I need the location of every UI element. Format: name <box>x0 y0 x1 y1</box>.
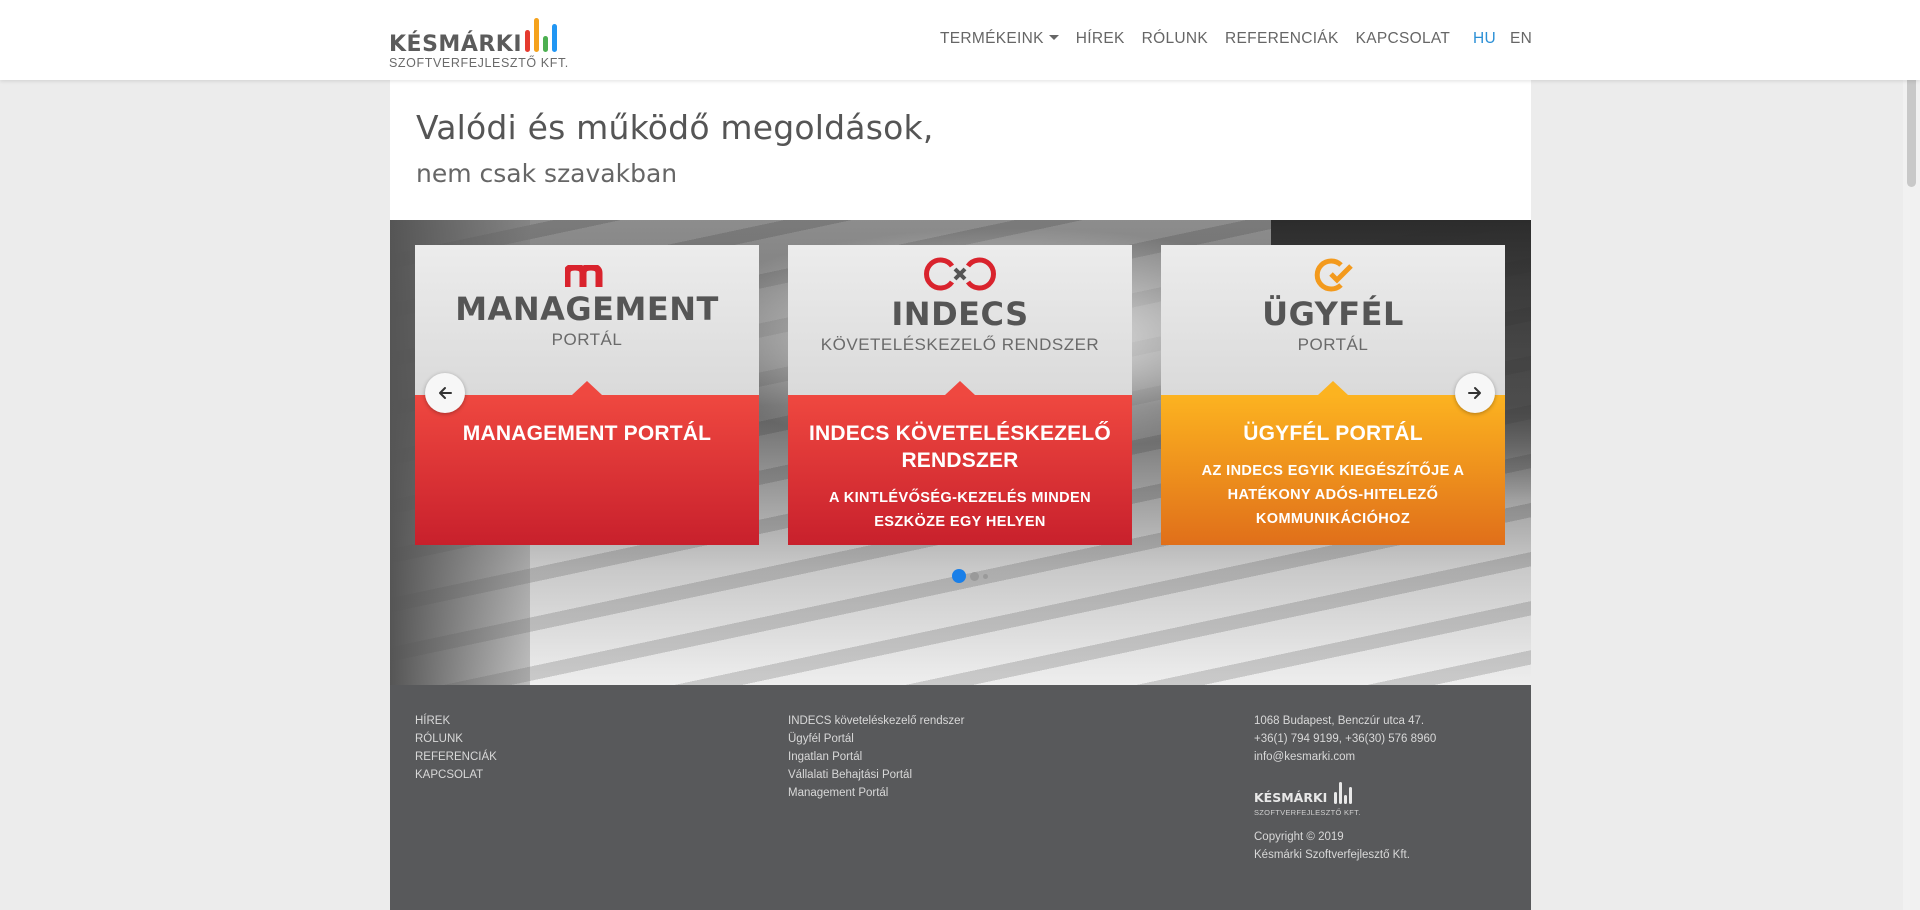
card-description: AZ INDECS EGYIK KIEGÉSZÍTŐJE A HATÉKONY … <box>1201 463 1465 527</box>
card-description: A KINTLÉVŐSÉG-KEZELÉS MINDEN ESZKÖZE EGY… <box>828 490 1091 530</box>
footer-copyright: Copyright © 2019 <box>1254 831 1344 843</box>
nav-item-label: TERMÉKEINK <box>940 30 1044 47</box>
page-footer: HÍREK RÓLUNK REFERENCIÁK KAPCSOLAT INDEC… <box>390 685 1531 910</box>
card-brand-name: ÜGYFÉL <box>1262 295 1404 333</box>
product-card-management[interactable]: MANAGEMENT PORTÁL MANAGEMENT PORTÁL <box>415 245 759 545</box>
footer-company: Késmárki Szoftverfejlesztő Kft. <box>1254 849 1410 861</box>
card-brand-name: INDECS <box>891 295 1029 333</box>
main-nav: TERMÉKEINK HÍREK RÓLUNK REFERENCIÁK KAPC… <box>940 30 1467 48</box>
language-en-link[interactable]: EN <box>1510 30 1532 48</box>
card-brand: ÜGYFÉL PORTÁL <box>1161 295 1505 355</box>
footer-link-contact[interactable]: KAPCSOLAT <box>415 766 497 784</box>
intro-section: Valódi és működő megoldások, nem csak sz… <box>390 80 1531 220</box>
slider-dot-3[interactable] <box>983 573 988 579</box>
product-card-ugyfel[interactable]: ÜGYFÉL PORTÁL ÜGYFÉL PORTÁL AZ INDECS EG… <box>1161 245 1505 545</box>
footer-link-vallalati-portal[interactable]: Vállalati Behajtási Portál <box>788 766 964 784</box>
card-caption: INDECS KÖVETELÉSKEZELŐ RENDSZER A KINTLÉ… <box>788 381 1132 545</box>
language-hu-link[interactable]: HU <box>1473 30 1496 48</box>
footer-contact: 1068 Budapest, Benczúr utca 47. +36(1) 7… <box>1254 712 1436 864</box>
footer-address: 1068 Budapest, Benczúr utca 47. <box>1254 715 1425 727</box>
card-title: ÜGYFÉL PORTÁL <box>1243 422 1423 445</box>
nav-item-about[interactable]: RÓLUNK <box>1142 30 1208 48</box>
arrow-right-icon <box>1468 387 1481 399</box>
footer-link-about[interactable]: RÓLUNK <box>415 730 497 748</box>
card-brand-area: INDECS KÖVETELÉSKEZELŐ RENDSZER <box>788 245 1132 395</box>
card-brand-area: MANAGEMENT PORTÁL <box>415 245 759 395</box>
card-notch <box>572 381 602 395</box>
main-content: Valódi és működő megoldások, nem csak sz… <box>390 80 1531 685</box>
footer-logo: KÉSMÁRKI SZOFTVERFEJLESZTŐ KFT. <box>1254 778 1374 817</box>
product-card-indecs[interactable]: INDECS KÖVETELÉSKEZELŐ RENDSZER INDECS K… <box>788 245 1132 545</box>
footer-phones: +36(1) 794 9199, +36(30) 576 8960 <box>1254 733 1437 745</box>
logo-bars-icon <box>525 10 565 52</box>
card-notch <box>945 381 975 395</box>
page-scrollbar[interactable] <box>1903 0 1920 910</box>
footer-link-management-portal[interactable]: Management Portál <box>788 784 964 802</box>
card-caption: MANAGEMENT PORTÁL <box>415 381 759 545</box>
intro-subtitle: nem csak szavakban <box>416 159 678 188</box>
footer-logo-subtitle: SZOFTVERFEJLESZTŐ KFT. <box>1254 808 1361 817</box>
product-slider: MANAGEMENT PORTÁL MANAGEMENT PORTÁL INDE… <box>390 220 1531 685</box>
card-title: MANAGEMENT PORTÁL <box>462 422 712 445</box>
logo-subtitle: SZOFTVERFEJLESZTŐ KFT. <box>389 56 569 70</box>
logo-name: KÉSMÁRKI <box>389 32 523 57</box>
slider-dot-2[interactable] <box>970 571 979 581</box>
slider-dot-1[interactable] <box>952 569 966 583</box>
nav-item-news[interactable]: HÍREK <box>1076 30 1125 48</box>
footer-nav-links: HÍREK RÓLUNK REFERENCIÁK KAPCSOLAT <box>415 712 497 784</box>
footer-product-links: INDECS követeléskezelő rendszer Ügyfél P… <box>788 712 964 802</box>
footer-link-ugyfel-portal[interactable]: Ügyfél Portál <box>788 730 964 748</box>
footer-email[interactable]: info@kesmarki.com <box>1254 748 1436 766</box>
company-logo[interactable]: KÉSMÁRKI SZOFTVERFEJLESZTŐ KFT. <box>389 10 579 72</box>
logo-bars-icon <box>1334 778 1358 804</box>
card-brand-area: ÜGYFÉL PORTÁL <box>1161 245 1505 395</box>
caret-down-icon <box>1048 35 1059 41</box>
card-title: INDECS KÖVETELÉSKEZELŐ RENDSZER <box>809 422 1111 472</box>
nav-item-contact[interactable]: KAPCSOLAT <box>1356 30 1451 48</box>
card-brand-name: MANAGEMENT <box>455 290 719 328</box>
footer-link-news[interactable]: HÍREK <box>415 712 497 730</box>
card-brand-subtitle: PORTÁL <box>551 330 623 349</box>
card-brand: INDECS KÖVETELÉSKEZELŐ RENDSZER <box>788 295 1132 355</box>
nav-item-products[interactable]: TERMÉKEINK <box>940 30 1059 48</box>
footer-link-ingatlan-portal[interactable]: Ingatlan Portál <box>788 748 964 766</box>
arrow-left-icon <box>439 387 452 399</box>
top-navbar: KÉSMÁRKI SZOFTVERFEJLESZTŐ KFT. TERMÉKEI… <box>0 0 1920 80</box>
card-notch <box>1318 381 1348 395</box>
indecs-logo-icon <box>924 257 996 291</box>
card-brand-subtitle: KÖVETELÉSKEZELŐ RENDSZER <box>820 335 1100 354</box>
slider-next-button[interactable] <box>1455 373 1495 413</box>
slider-pagination <box>952 569 988 583</box>
ugyfel-logo-icon <box>1314 258 1353 292</box>
footer-link-references[interactable]: REFERENCIÁK <box>415 748 497 766</box>
management-logo-icon <box>565 265 603 287</box>
nav-item-references[interactable]: REFERENCIÁK <box>1225 30 1339 48</box>
footer-link-indecs[interactable]: INDECS követeléskezelő rendszer <box>788 712 964 730</box>
card-brand-subtitle: PORTÁL <box>1297 335 1369 354</box>
card-brand: MANAGEMENT PORTÁL <box>415 290 759 350</box>
card-caption: ÜGYFÉL PORTÁL AZ INDECS EGYIK KIEGÉSZÍTŐ… <box>1161 381 1505 545</box>
slider-prev-button[interactable] <box>425 373 465 413</box>
intro-title: Valódi és működő megoldások, <box>416 108 934 147</box>
